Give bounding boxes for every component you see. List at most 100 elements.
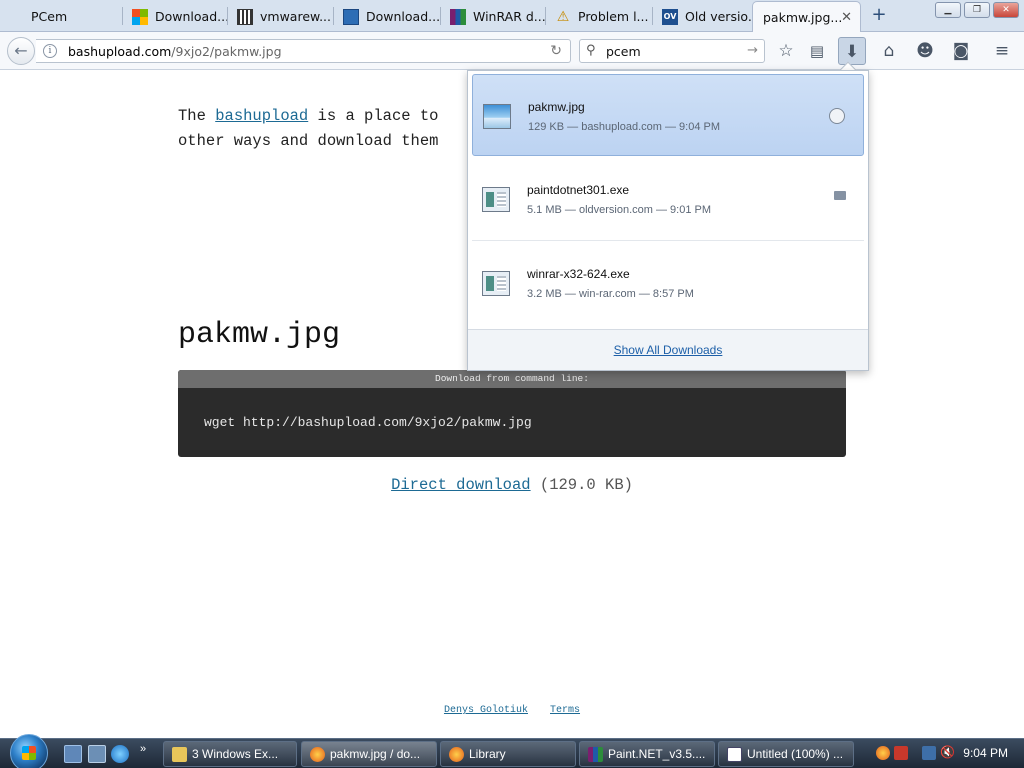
command-text[interactable]: wget http://bashupload.com/9xjo2/pakmw.j… — [204, 415, 532, 430]
navigation-toolbar: ← i bashupload.com/9xjo2/pakmw.jpg ↻ ⚲ p… — [0, 32, 1024, 70]
tab-label: Download... — [366, 9, 439, 24]
command-box: Download from command line: wget http://… — [178, 370, 846, 457]
close-tab-icon[interactable]: ✕ — [841, 10, 852, 25]
taskbar-windows-explorer[interactable]: 3 Windows Ex... — [163, 741, 297, 767]
firefox-icon — [449, 747, 464, 762]
tab-strip: PCem Download... vmwarew... Download... … — [0, 0, 1024, 32]
home-icon[interactable]: ⌂ — [875, 37, 903, 65]
footer: Denys Golotiuk Terms — [0, 705, 1024, 716]
search-go-icon[interactable]: → — [747, 43, 758, 58]
internet-explorer-icon[interactable] — [111, 745, 129, 763]
bashupload-link[interactable]: bashupload — [215, 107, 308, 125]
volume-muted-icon[interactable]: 🔇 — [940, 745, 955, 759]
bookmarks-menu-icon[interactable]: ▤ — [803, 37, 831, 65]
menu-icon[interactable]: ≡ — [988, 37, 1016, 65]
show-all-downloads-bar[interactable]: Show All Downloads — [468, 329, 868, 370]
open-folder-icon[interactable] — [829, 108, 845, 124]
tray-firefox-icon[interactable] — [876, 746, 890, 760]
search-bar[interactable]: ⚲ pcem → — [579, 39, 765, 63]
explorer-icon[interactable] — [88, 745, 106, 763]
tray-app-icon[interactable] — [894, 746, 908, 760]
download-meta: 129 KB — bashupload.com — 9:04 PM — [528, 121, 720, 133]
ov-icon: OV — [662, 8, 678, 25]
taskbar-label: Untitled (100%) ... — [747, 747, 844, 761]
tab-pakmw-active[interactable]: pakmw.jpg... ✕ — [752, 1, 861, 32]
download-item-pakmw[interactable]: pakmw.jpg 129 KB — bashupload.com — 9:04… — [472, 74, 864, 156]
network-icon[interactable] — [922, 746, 936, 760]
footer-author-link[interactable]: Denys Golotiuk — [444, 705, 528, 716]
winrar-icon — [450, 8, 466, 25]
restore-button[interactable]: ❐ — [964, 2, 990, 18]
url-bar[interactable]: i bashupload.com/9xjo2/pakmw.jpg ↻ — [36, 39, 571, 63]
pocket-icon[interactable]: ◙ — [947, 37, 975, 65]
taskbar-label: pakmw.jpg / do... — [330, 747, 421, 761]
download-meta: 3.2 MB — win-rar.com — 8:57 PM — [527, 288, 694, 300]
direct-download-line: Direct download (129.0 KB) — [0, 476, 1024, 494]
show-desktop-icon[interactable] — [64, 745, 82, 763]
taskbar-firefox-pakmw[interactable]: pakmw.jpg / do... — [301, 741, 437, 767]
taskbar-label: Library — [469, 747, 506, 761]
download-item-paintdotnet[interactable]: paintdotnet301.exe 5.1 MB — oldversion.c… — [472, 158, 864, 240]
quicklaunch-overflow-icon[interactable]: » — [140, 743, 158, 761]
tab-problem[interactable]: ⚠ Problem l... — [547, 2, 651, 31]
intro-prefix: The — [178, 107, 206, 125]
blank-page-icon — [16, 9, 24, 25]
exe-file-icon — [482, 187, 510, 212]
close-window-button[interactable]: ✕ — [993, 2, 1019, 18]
tab-label: Download... — [155, 9, 230, 24]
reload-icon[interactable]: ↻ — [550, 43, 562, 59]
tab-download-2[interactable]: Download... — [335, 2, 439, 31]
url-host: bashupload.com — [68, 44, 172, 59]
search-icon: ⚲ — [586, 43, 596, 58]
taskbar: » 3 Windows Ex... pakmw.jpg / do... Libr… — [0, 734, 1024, 768]
winrar-icon — [588, 747, 603, 762]
downloads-icon[interactable]: ⬇ — [838, 37, 866, 65]
download-filename: paintdotnet301.exe — [527, 183, 630, 197]
library-icon — [237, 8, 253, 25]
tab-winrar[interactable]: WinRAR d... — [442, 2, 546, 31]
microsoft-icon — [132, 8, 148, 25]
back-button[interactable]: ← — [7, 37, 35, 65]
url-text: bashupload.com/9xjo2/pakmw.jpg — [68, 44, 282, 59]
command-header: Download from command line: — [178, 370, 846, 388]
tab-old-version[interactable]: OV Old versio... — [654, 2, 754, 31]
tab-label: pakmw.jpg... — [763, 9, 843, 25]
hello-icon[interactable]: ☻ — [911, 37, 939, 65]
taskbar-winrar-paintnet[interactable]: Paint.NET_v3.5.... — [579, 741, 715, 767]
search-input[interactable]: pcem — [606, 44, 641, 59]
tab-download-microsoft[interactable]: Download... — [124, 2, 230, 31]
start-button[interactable] — [10, 734, 48, 768]
folder-icon — [172, 747, 187, 762]
tab-label: vmwarew... — [260, 9, 332, 24]
exe-file-icon — [482, 271, 510, 296]
tab-label: Problem l... — [578, 9, 649, 24]
taskbar-label: 3 Windows Ex... — [192, 747, 279, 761]
new-tab-button[interactable]: + — [868, 4, 890, 26]
download-item-winrar[interactable]: winrar-x32-624.exe 3.2 MB — win-rar.com … — [472, 242, 864, 324]
folder-icon[interactable] — [834, 191, 846, 200]
info-icon[interactable]: i — [43, 44, 57, 58]
minimize-button[interactable]: ▁ — [935, 2, 961, 18]
back-arrow-icon: ← — [14, 41, 28, 60]
url-path: /9xjo2/pakmw.jpg — [171, 44, 282, 59]
show-all-downloads-link[interactable]: Show All Downloads — [614, 343, 723, 357]
downloads-panel: pakmw.jpg 129 KB — bashupload.com — 9:04… — [467, 70, 869, 371]
direct-download-link[interactable]: Direct download — [391, 476, 531, 494]
tab-vmware[interactable]: vmwarew... — [229, 2, 333, 31]
paint-icon — [727, 747, 742, 762]
file-title: pakmw.jpg — [178, 318, 341, 352]
image-file-icon — [483, 104, 511, 129]
bookmark-star-icon[interactable]: ☆ — [772, 37, 800, 65]
firefox-icon — [310, 747, 325, 762]
tab-label: PCem — [31, 9, 68, 24]
tab-pcem[interactable]: PCem — [8, 2, 124, 31]
taskbar-label: Paint.NET_v3.5.... — [608, 747, 706, 761]
download-filename: winrar-x32-624.exe — [527, 267, 630, 281]
taskbar-paint-untitled[interactable]: Untitled (100%) ... — [718, 741, 854, 767]
footer-terms-link[interactable]: Terms — [550, 705, 580, 716]
intro-line1: is a place to — [317, 107, 439, 125]
clock[interactable]: 9:04 PM — [963, 746, 1008, 760]
taskbar-firefox-library[interactable]: Library — [440, 741, 576, 767]
warning-icon: ⚠ — [556, 8, 570, 25]
tab-label: WinRAR d... — [473, 9, 546, 24]
